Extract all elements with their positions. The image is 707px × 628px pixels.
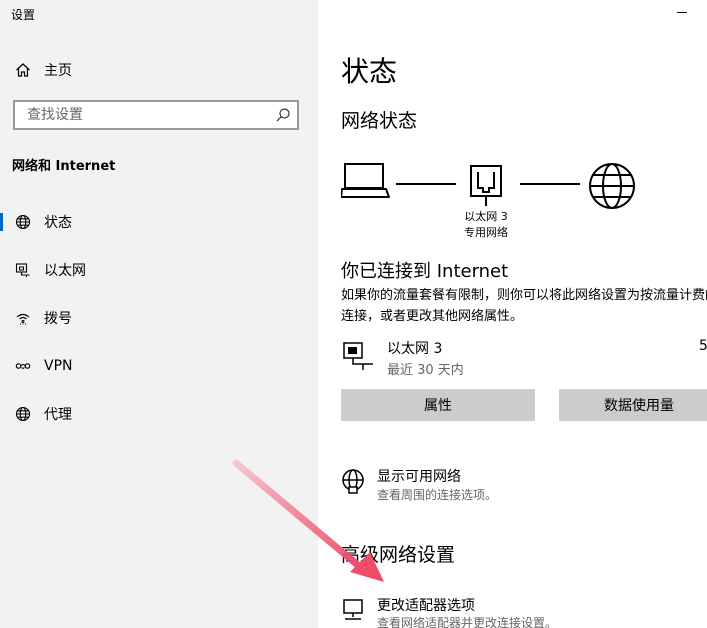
properties-button[interactable]: 属性 (341, 389, 535, 421)
dialup-icon (14, 309, 32, 327)
advanced-heading: 高级网络设置 (341, 544, 456, 566)
window-title: 设置 (11, 8, 36, 22)
sidebar-item-label: 拨号 (44, 311, 72, 327)
ethernet-icon (343, 342, 373, 370)
sidebar-item-label: 代理 (44, 407, 72, 423)
adapter-name: 以太网 3 (464, 210, 508, 223)
data-usage-button[interactable]: 数据使用量 (559, 389, 707, 421)
ethernet-port-icon (470, 165, 502, 206)
connected-heading: 你已连接到 Internet (341, 261, 509, 282)
sidebar-item-ethernet[interactable]: 以太网 (0, 250, 318, 290)
home-icon (14, 61, 32, 79)
globe-icon (589, 163, 635, 209)
main-content: 状态 网络状态 以太网 3 专用网络 你已连接到 Internet 如果你的流量… (318, 0, 707, 628)
laptop-icon (341, 163, 390, 198)
sidebar-item-status[interactable]: 状态 (0, 202, 318, 242)
show-networks-link[interactable]: 显示可用网络 (377, 466, 461, 486)
change-adapter-link[interactable]: 更改适配器选项 (377, 595, 475, 615)
sidebar-item-label: 主页 (44, 63, 72, 79)
connection-line (396, 183, 456, 185)
globe-icon (14, 213, 32, 231)
search-icon[interactable] (275, 107, 291, 127)
sidebar: 设置 主页 网络和 Internet 状态 以 (0, 0, 318, 628)
network-status-heading: 网络状态 (341, 110, 418, 132)
connection-line (520, 183, 580, 185)
sidebar-item-dialup[interactable]: 拨号 (0, 298, 318, 338)
minimize-button[interactable] (675, 0, 689, 24)
sidebar-item-label: 状态 (44, 215, 72, 231)
connection-period: 最近 30 天内 (387, 363, 464, 378)
sidebar-item-home[interactable]: 主页 (0, 50, 318, 90)
sidebar-item-label: 以太网 (44, 263, 86, 279)
adapter-caption: 以太网 3 专用网络 (446, 209, 526, 241)
sidebar-item-label: VPN (44, 358, 73, 374)
sidebar-item-vpn[interactable]: VPN (0, 346, 318, 386)
vpn-icon (14, 357, 32, 375)
connected-description: 如果你的流量套餐有限制，则你可以将此网络设置为按流量计费的连接，或者更改其他网络… (341, 288, 707, 324)
globe-icon (342, 469, 364, 494)
adapter-type: 专用网络 (464, 226, 508, 239)
change-adapter-subtitle: 查看网络适配器并更改连接设置。 (377, 616, 558, 628)
connection-name: 以太网 3 (387, 341, 443, 357)
search-input[interactable] (25, 106, 269, 124)
connection-usage: 58 (699, 338, 707, 354)
search-box[interactable] (13, 100, 299, 130)
adapter-icon (343, 599, 363, 620)
sidebar-item-proxy[interactable]: 代理 (0, 394, 318, 434)
globe-icon (14, 405, 32, 423)
show-networks-subtitle: 查看周围的连接选项。 (377, 488, 498, 502)
section-title: 网络和 Internet (12, 159, 116, 174)
page-title: 状态 (341, 55, 398, 88)
ethernet-icon (14, 261, 32, 279)
